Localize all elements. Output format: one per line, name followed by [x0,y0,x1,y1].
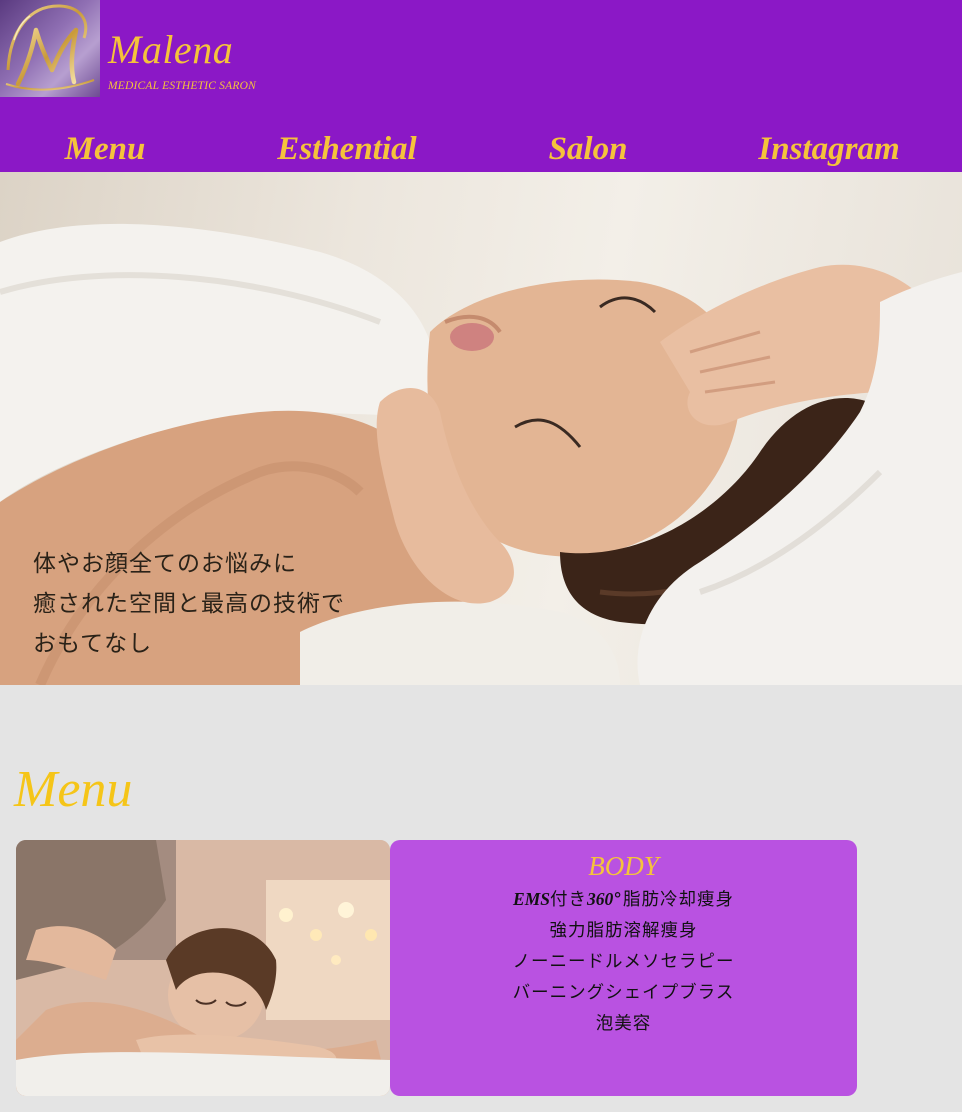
logo[interactable] [0,0,100,97]
main-nav: Menu Esthential Salon Instagram [0,128,962,172]
site-header: Malena MEDICAL ESTHETIC SARON Menu Esthe… [0,0,962,172]
list-item-em: EMS [513,888,550,909]
hero-line: 体やお顔全てのお悩みに [33,551,297,577]
hero-banner: 体やお顔全てのお悩みに 癒された空間と最高の技術で おもてなし [0,172,962,685]
card-title: BODY [588,851,659,881]
hero-line: 癒された空間と最高の技術で [33,591,345,617]
brand-subtitle: MEDICAL ESTHETIC SARON [108,80,256,92]
list-item[interactable]: 泡美容 [390,1009,857,1040]
massage-image [16,840,390,1096]
list-item[interactable]: EMS付き360°脂肪冷却痩身 [390,884,857,916]
body-treatment-photo [16,840,390,1096]
nav-item-menu[interactable]: Menu [65,133,146,166]
section-title-menu: Menu [14,761,133,818]
brand-name[interactable]: Malena [108,30,233,70]
hero-tagline: 体やお顔全てのお悩みに 癒された空間と最高の技術で おもてなし [33,544,345,664]
list-item-text: 付き [549,889,587,910]
nav-item-esthential[interactable]: Esthential [277,133,416,166]
menu-card-body[interactable]: BODY EMS付き360°脂肪冷却痩身 強力脂肪溶解痩身 ノーニードルメソセラ… [390,840,857,1096]
nav-item-salon[interactable]: Salon [549,133,628,166]
list-item-text: °脂肪冷却痩身 [613,889,734,910]
monogram-m-icon [5,4,95,91]
list-item[interactable]: 強力脂肪溶解痩身 [390,916,857,947]
list-item[interactable]: ノーニードルメソセラピー [390,947,857,978]
nav-item-instagram[interactable]: Instagram [758,133,899,166]
hero-line: おもてなし [33,631,153,657]
list-item[interactable]: バーニングシェイプブラス [390,978,857,1009]
list-item-num: 360 [586,888,614,909]
card-list: EMS付き360°脂肪冷却痩身 強力脂肪溶解痩身 ノーニードルメソセラピー バー… [390,884,857,1040]
